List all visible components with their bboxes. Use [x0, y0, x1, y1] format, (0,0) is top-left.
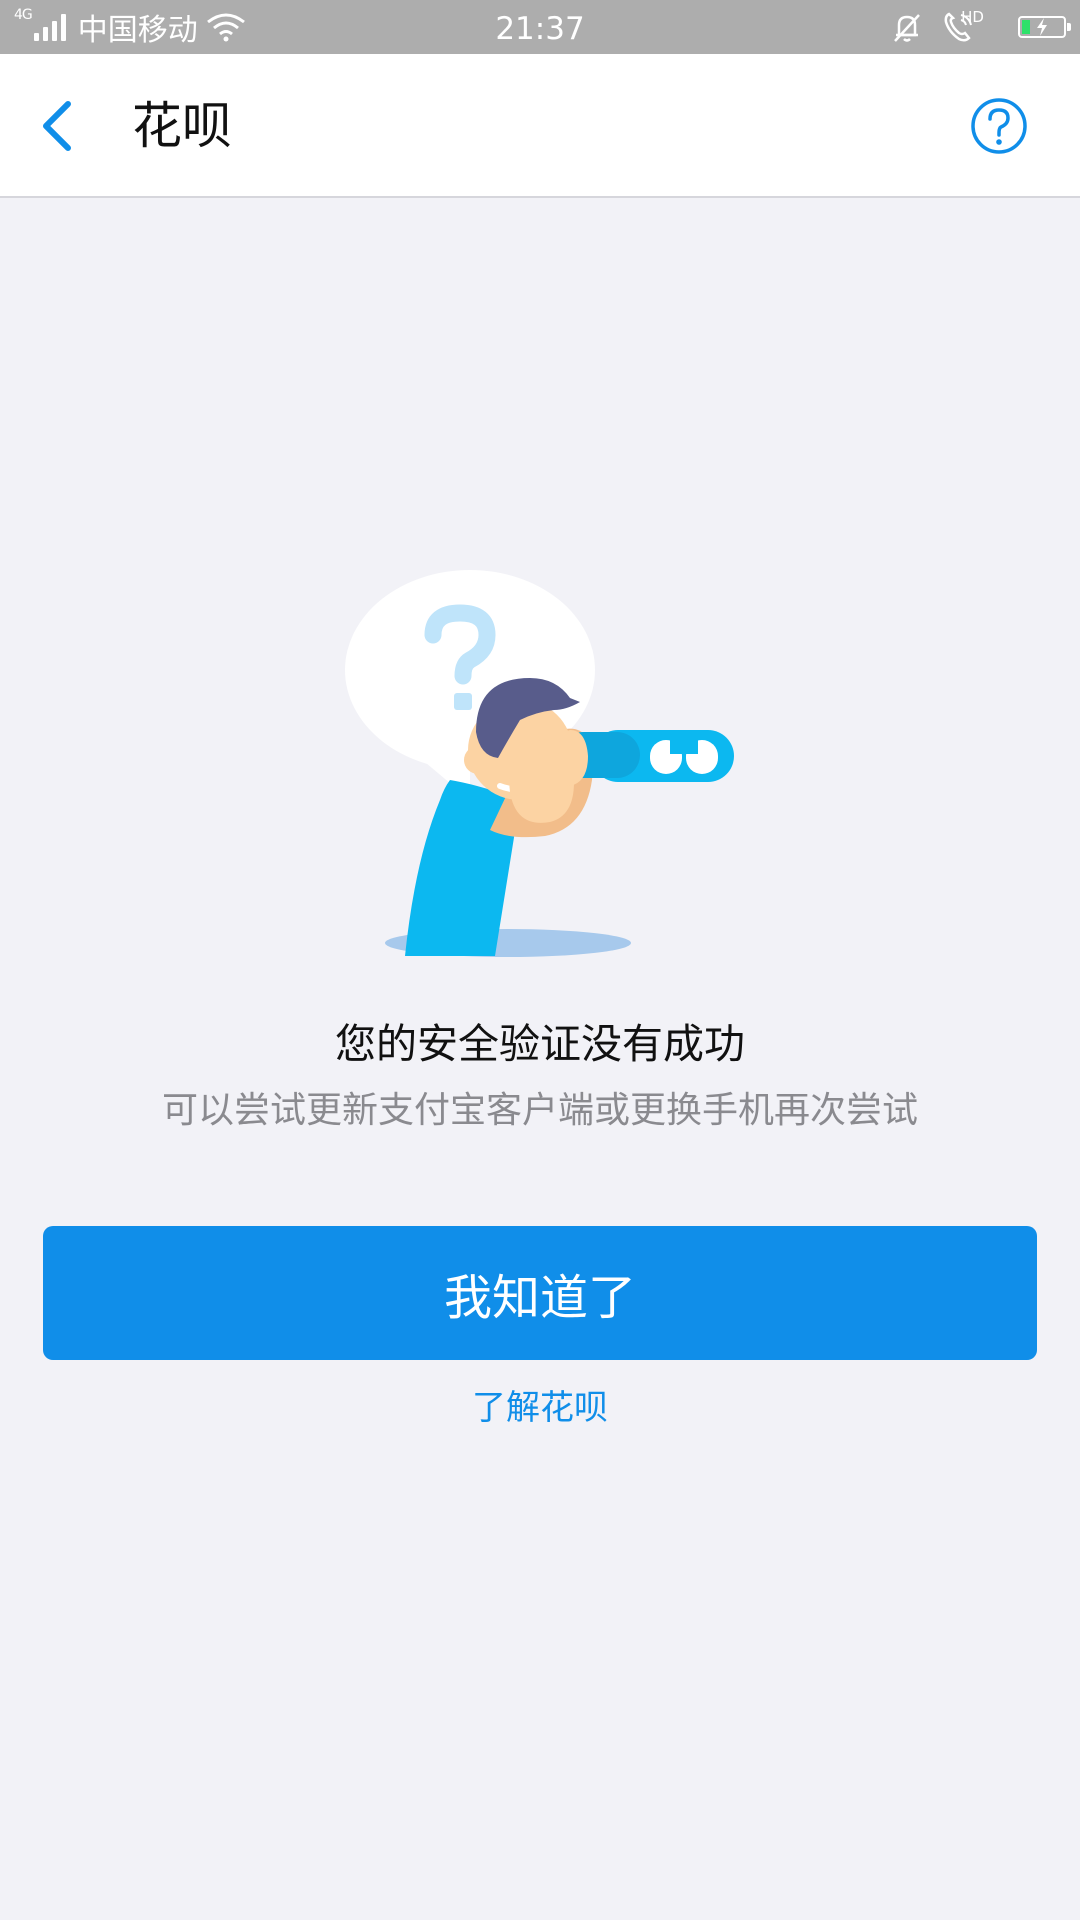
battery-level — [1022, 20, 1030, 34]
battery-icon — [1018, 16, 1071, 38]
learn-huabei-link[interactable]: 了解花呗 — [0, 1380, 1080, 1436]
error-title: 您的安全验证没有成功 — [335, 1020, 745, 1068]
chevron-left-icon — [43, 101, 71, 151]
error-subtitle: 可以尝试更新支付宝客户端或更换手机再次尝试 — [161, 1090, 918, 1131]
back-button[interactable] — [30, 96, 90, 156]
status-bar: 4G 中国移动 21:37 HD — [0, 0, 1080, 54]
status-right: HD — [891, 0, 1071, 54]
charging-bolt-icon — [1037, 18, 1047, 36]
hd-label: HD — [961, 8, 984, 26]
help-button[interactable] — [970, 97, 1028, 155]
mute-bell-icon — [894, 14, 921, 42]
binoculars-illustration — [345, 570, 734, 957]
nav-bar: 花呗 — [0, 54, 1080, 198]
page-title: 花呗 — [132, 97, 232, 155]
question-circle-icon — [971, 98, 1027, 154]
confirm-button[interactable]: 我知道了 — [43, 1226, 1037, 1360]
